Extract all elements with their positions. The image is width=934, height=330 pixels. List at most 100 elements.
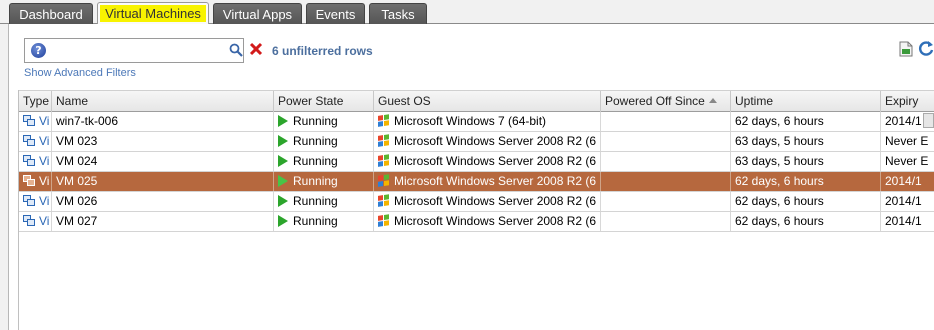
power-state-text: Running bbox=[293, 134, 338, 148]
vm-icon bbox=[23, 155, 36, 167]
type-cell: Vi bbox=[19, 152, 52, 171]
name-cell: VM 024 bbox=[52, 152, 274, 171]
vm-icon bbox=[23, 175, 36, 187]
power-state-cell: Running bbox=[274, 172, 374, 191]
search-input[interactable] bbox=[51, 42, 221, 59]
tab-tasks[interactable]: Tasks bbox=[369, 3, 427, 24]
power-state-text: Running bbox=[293, 214, 338, 228]
table-row[interactable]: Vi VM 026 Running Microsoft Windows Serv… bbox=[19, 192, 934, 212]
uptime-cell: 63 days, 5 hours bbox=[731, 152, 881, 171]
power-state-text: Running bbox=[293, 194, 338, 208]
uptime-cell: 62 days, 6 hours bbox=[731, 112, 881, 131]
name-cell: VM 026 bbox=[52, 192, 274, 211]
column-header-expiry[interactable]: Expiry bbox=[881, 91, 934, 112]
row-count: 6 unfilterred rows bbox=[272, 44, 373, 58]
type-text: Vi bbox=[39, 134, 50, 148]
power-state-text: Running bbox=[293, 114, 338, 128]
running-icon bbox=[278, 135, 288, 147]
type-text: Vi bbox=[39, 174, 50, 188]
type-text: Vi bbox=[39, 114, 50, 128]
guest-os-cell: Microsoft Windows 7 (64-bit) bbox=[374, 112, 601, 131]
guest-os-cell: Microsoft Windows Server 2008 R2 (6 bbox=[374, 212, 601, 231]
guest-os-cell: Microsoft Windows Server 2008 R2 (6 bbox=[374, 172, 601, 191]
left-edge bbox=[0, 24, 9, 330]
type-cell: Vi bbox=[19, 172, 52, 191]
type-cell: Vi bbox=[19, 212, 52, 231]
power-state-text: Running bbox=[293, 154, 338, 168]
column-header-uptime[interactable]: Uptime bbox=[731, 91, 881, 112]
guest-os-cell: Microsoft Windows Server 2008 R2 (6 bbox=[374, 192, 601, 211]
expiry-cell: 2014/1 bbox=[885, 194, 922, 208]
tab-label: Virtual Apps bbox=[222, 7, 293, 22]
guest-os-cell: Microsoft Windows Server 2008 R2 (6 bbox=[374, 132, 601, 151]
guest-os-text: Microsoft Windows Server 2008 R2 (6 bbox=[394, 194, 597, 208]
running-icon bbox=[278, 215, 288, 227]
tab-bar: Dashboard Virtual Machines Virtual Apps … bbox=[0, 0, 934, 25]
search-icon[interactable] bbox=[229, 43, 243, 57]
windows-logo-icon bbox=[378, 114, 390, 128]
column-header-label: Powered Off Since bbox=[605, 94, 705, 108]
tab-dashboard[interactable]: Dashboard bbox=[9, 3, 93, 24]
show-advanced-filters-link[interactable]: Show Advanced Filters bbox=[24, 67, 136, 79]
guest-os-text: Microsoft Windows Server 2008 R2 (6 bbox=[394, 154, 597, 168]
tab-label: Dashboard bbox=[19, 7, 83, 22]
column-header-powered-off-since[interactable]: Powered Off Since bbox=[601, 91, 731, 112]
type-cell: Vi bbox=[19, 112, 52, 131]
uptime-cell: 62 days, 6 hours bbox=[731, 192, 881, 211]
tab-label: Virtual Machines bbox=[100, 5, 206, 22]
name-cell: VM 025 bbox=[52, 172, 274, 191]
type-text: Vi bbox=[39, 194, 50, 208]
powered-off-since-cell bbox=[601, 212, 731, 231]
name-cell: VM 023 bbox=[52, 132, 274, 151]
power-state-cell: Running bbox=[274, 152, 374, 171]
powered-off-since-cell bbox=[601, 132, 731, 151]
sort-ascending-icon bbox=[708, 98, 717, 103]
tab-events[interactable]: Events bbox=[306, 3, 365, 24]
type-cell: Vi bbox=[19, 132, 52, 151]
running-icon bbox=[278, 175, 288, 187]
type-cell: Vi bbox=[19, 192, 52, 211]
column-header-power-state[interactable]: Power State bbox=[274, 91, 374, 112]
power-state-cell: Running bbox=[274, 192, 374, 211]
filter-area: ? 6 unfilterred rows Show Advanced Filte… bbox=[10, 24, 934, 90]
running-icon bbox=[278, 115, 288, 127]
type-text: Vi bbox=[39, 154, 50, 168]
table-row[interactable]: Vi VM 027 Running Microsoft Windows Serv… bbox=[19, 212, 934, 232]
windows-logo-icon bbox=[378, 214, 390, 228]
guest-os-cell: Microsoft Windows Server 2008 R2 (6 bbox=[374, 152, 601, 171]
tab-label: Events bbox=[315, 7, 356, 22]
windows-logo-icon bbox=[378, 194, 390, 208]
column-header-name[interactable]: Name bbox=[52, 91, 274, 112]
guest-os-text: Microsoft Windows Server 2008 R2 (6 bbox=[394, 134, 597, 148]
table-row[interactable]: Vi VM 024 Running Microsoft Windows Serv… bbox=[19, 152, 934, 172]
powered-off-since-cell bbox=[601, 112, 731, 131]
clear-filter-icon[interactable] bbox=[249, 42, 263, 56]
expiry-cell: 2014/1 bbox=[885, 174, 922, 188]
vm-icon bbox=[23, 195, 36, 207]
column-header-type[interactable]: Type bbox=[19, 91, 52, 112]
vm-grid: Type Name Power State Guest OS Powered O… bbox=[18, 90, 934, 330]
powered-off-since-cell bbox=[601, 152, 731, 171]
vm-icon bbox=[23, 115, 36, 127]
power-state-cell: Running bbox=[274, 112, 374, 131]
export-icon[interactable] bbox=[899, 41, 913, 57]
guest-os-text: Microsoft Windows Server 2008 R2 (6 bbox=[394, 174, 597, 188]
grid-header: Type Name Power State Guest OS Powered O… bbox=[19, 90, 934, 112]
power-state-cell: Running bbox=[274, 132, 374, 151]
scrollbar-thumb[interactable] bbox=[923, 113, 934, 128]
table-row[interactable]: Vi VM 023 Running Microsoft Windows Serv… bbox=[19, 132, 934, 152]
table-row-selected[interactable]: Vi VM 025 Running Microsoft Windows Serv… bbox=[19, 172, 934, 192]
power-state-cell: Running bbox=[274, 212, 374, 231]
tab-virtual-machines[interactable]: Virtual Machines bbox=[97, 2, 209, 25]
column-header-guest-os[interactable]: Guest OS bbox=[374, 91, 601, 112]
expiry-cell: Never E bbox=[885, 134, 929, 148]
help-icon[interactable]: ? bbox=[31, 43, 46, 58]
tab-virtual-apps[interactable]: Virtual Apps bbox=[213, 3, 302, 24]
powered-off-since-cell bbox=[601, 172, 731, 191]
running-icon bbox=[278, 155, 288, 167]
table-row[interactable]: Vi win7-tk-006 Running Microsoft Windows… bbox=[19, 112, 934, 132]
vm-icon bbox=[23, 135, 36, 147]
type-text: Vi bbox=[39, 214, 50, 228]
refresh-icon[interactable] bbox=[918, 40, 934, 56]
vm-icon bbox=[23, 215, 36, 227]
